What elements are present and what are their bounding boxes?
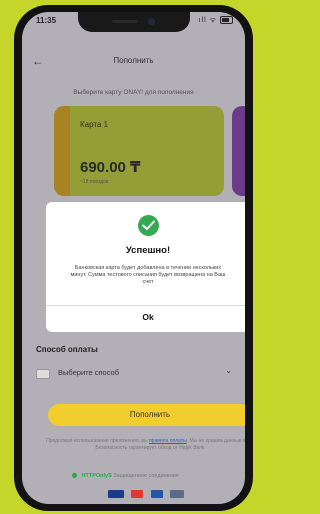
payment-method-placeholder: Выберите способ [58, 368, 120, 377]
payment-logo-icon [170, 490, 185, 498]
legal-text: Продолжая использование приложения, вы п… [46, 438, 245, 452]
app-screen: 11:35 ıll ᯤ ← Пополнить Выберите карту O… [22, 12, 245, 504]
topup-button[interactable]: Пополнить [48, 404, 245, 426]
payment-logos [108, 485, 187, 503]
mastercard-logo-icon [131, 490, 144, 498]
legal-text-start: Продолжая использование приложения, вы [46, 438, 148, 444]
secure-brand: HTTPOnlyS [81, 473, 112, 479]
payment-method-label: Способ оплаты [36, 345, 98, 354]
secure-connection: HTTPOnlyS Защищенное соединение [72, 473, 179, 479]
phone-frame: 11:35 ıll ᯤ ← Пополнить Выберите карту O… [14, 5, 253, 511]
check-circle-icon [138, 215, 159, 236]
card-icon [36, 369, 50, 379]
secure-text: Защищенное соединение [113, 473, 179, 479]
dialog-message: Банковская карта будет добавлена в течен… [70, 265, 226, 285]
success-dialog: Успешно! Банковская карта будет добавлен… [46, 202, 245, 332]
chevron-down-icon: ⌄ [225, 366, 232, 375]
secure-dot-icon [72, 473, 77, 479]
dialog-title: Успешно! [125, 245, 171, 256]
ok-button[interactable]: Ok [46, 312, 245, 322]
dialog-divider [46, 305, 245, 306]
payment-method-select[interactable]: Выберите способ ⌄ [36, 364, 232, 382]
payment-rules-link[interactable]: правила оплаты [149, 438, 187, 444]
visa-logo-icon-2 [150, 490, 163, 498]
visa-logo-icon [108, 490, 124, 498]
